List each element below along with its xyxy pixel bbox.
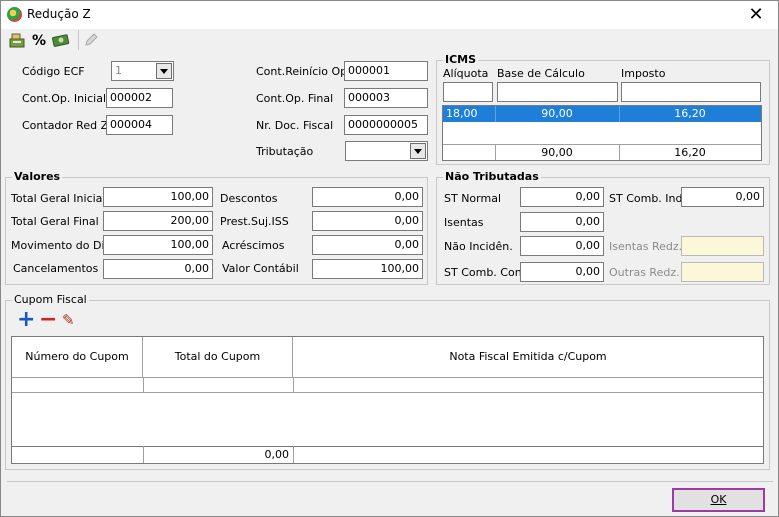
- nao-incid-field[interactable]: 0,00: [520, 236, 604, 256]
- st-comb-cons-field[interactable]: 0,00: [520, 262, 604, 282]
- descontos-field[interactable]: 0,00: [312, 187, 423, 207]
- valor-contabil-field[interactable]: 100,00: [312, 259, 423, 279]
- total-geral-final-field[interactable]: 200,00: [103, 211, 213, 231]
- nr-doc-fiscal-field[interactable]: 0000000005: [344, 115, 428, 135]
- st-comb-cons-label: ST Comb. Cons: [444, 266, 528, 279]
- contador-red-z-field[interactable]: 000004: [106, 115, 173, 135]
- edit-icon[interactable]: ✎: [62, 312, 75, 328]
- title-bar: Redução Z ✕: [1, 1, 778, 29]
- grid-divider: [12, 392, 763, 393]
- chevron-down-icon[interactable]: [156, 63, 172, 79]
- tributacao-select[interactable]: [345, 141, 428, 161]
- icms-group: ICMS Alíquota Base de Cálculo Imposto 18…: [436, 53, 770, 165]
- reducao-z-window: Redução Z ✕ % Código ECF 1 Cont.Op. Inic…: [0, 0, 779, 517]
- icms-col-base: Base de Cálculo: [497, 67, 585, 80]
- pencil-disabled-icon: [82, 32, 100, 50]
- cupom-grid[interactable]: Número do Cupom Total do Cupom Nota Fisc…: [11, 336, 764, 464]
- cancelamentos-label: Cancelamentos: [13, 262, 99, 275]
- nao-tributadas-title: Não Tributadas: [443, 170, 541, 183]
- icms-base-input[interactable]: [497, 82, 618, 102]
- cont-op-inicial-field[interactable]: 000002: [106, 88, 173, 108]
- app-icon: [7, 7, 22, 22]
- icms-aliquota-input[interactable]: [443, 82, 493, 102]
- isentas-redz-field: [681, 236, 764, 256]
- cupom-fiscal-title: Cupom Fiscal: [12, 293, 89, 306]
- toolbar-separator: [78, 30, 79, 50]
- prest-iss-field[interactable]: 0,00: [312, 211, 423, 231]
- grid-divider: [12, 446, 763, 447]
- acrescimos-label: Acréscimos: [222, 239, 285, 252]
- money-icon[interactable]: [52, 32, 70, 50]
- cont-op-final-field[interactable]: 000003: [344, 88, 428, 108]
- col-numero-cupom[interactable]: Número do Cupom: [12, 337, 143, 377]
- codigo-ecf-label: Código ECF: [22, 65, 85, 78]
- icms-row-imposto: 16,20: [674, 107, 706, 120]
- total-geral-inicial-field[interactable]: 100,00: [103, 187, 213, 207]
- isentas-field[interactable]: 0,00: [520, 212, 604, 232]
- nr-doc-fiscal-label: Nr. Doc. Fiscal: [256, 119, 334, 132]
- prest-iss-label: Prest.Suj.ISS: [220, 215, 289, 228]
- icms-total-imposto: 16,20: [674, 146, 706, 159]
- icms-col-aliquota: Alíquota: [443, 67, 489, 80]
- ok-button-label: OK: [710, 493, 727, 506]
- cancelamentos-field[interactable]: 0,00: [103, 259, 213, 279]
- descontos-label: Descontos: [220, 192, 278, 205]
- close-icon[interactable]: ✕: [734, 1, 778, 29]
- grid-divider: [12, 377, 763, 378]
- grid-divider: [293, 377, 294, 392]
- cont-reinicio-label: Cont.Reinício Op.: [256, 65, 351, 78]
- chevron-down-icon[interactable]: [410, 143, 426, 159]
- st-normal-field[interactable]: 0,00: [520, 187, 604, 207]
- outras-redz-field: [681, 262, 764, 282]
- valores-title: Valores: [12, 170, 63, 183]
- icms-row-aliquota: 18,00: [446, 107, 478, 120]
- tributacao-label: Tributação: [256, 145, 314, 158]
- acrescimos-field[interactable]: 0,00: [312, 235, 423, 255]
- icms-row-selected[interactable]: 18,00 90,00 16,20: [443, 106, 761, 122]
- icms-imposto-input[interactable]: [621, 82, 761, 102]
- nao-incid-label: Não Incidên.: [444, 240, 513, 253]
- st-comb-ind-label: ST Comb. Ind.: [609, 192, 686, 205]
- icms-row-base: 90,00: [541, 107, 573, 120]
- percent-icon[interactable]: %: [30, 32, 48, 50]
- cupom-footer-total: 0,00: [264, 448, 290, 461]
- contador-red-z-label: Contador Red Z: [22, 119, 109, 132]
- isentas-label: Isentas: [444, 216, 484, 229]
- ok-button[interactable]: OK: [672, 488, 765, 512]
- bottom-separator: [7, 481, 773, 482]
- cont-op-inicial-label: Cont.Op. Inicial: [22, 92, 106, 105]
- st-comb-ind-field[interactable]: 0,00: [681, 187, 764, 207]
- total-geral-inicial-label: Total Geral Inicial: [11, 192, 106, 205]
- codigo-ecf-select[interactable]: 1: [111, 61, 174, 81]
- codigo-ecf-value: 1: [115, 64, 122, 77]
- grid-divider: [293, 446, 294, 463]
- grid-divider: [443, 144, 761, 145]
- valor-contabil-label: Valor Contábil: [222, 262, 299, 275]
- valores-group: Valores Total Geral Inicial 100,00 Total…: [5, 170, 428, 285]
- cash-register-icon[interactable]: [8, 32, 26, 50]
- icms-total-base: 90,00: [541, 146, 573, 159]
- icms-col-imposto: Imposto: [621, 67, 666, 80]
- movimento-label: Movimento do Dia: [11, 239, 112, 252]
- st-normal-label: ST Normal: [444, 192, 501, 205]
- icms-title: ICMS: [443, 53, 479, 66]
- cont-op-final-label: Cont.Op. Final: [256, 92, 334, 105]
- cupom-fiscal-group: Cupom Fiscal + − ✎ Número do Cupom Total…: [5, 293, 770, 470]
- remove-icon[interactable]: −: [39, 309, 57, 331]
- col-nota-fiscal[interactable]: Nota Fiscal Emitida c/Cupom: [293, 337, 763, 377]
- icms-grid[interactable]: 18,00 90,00 16,20 90,00 16,20: [442, 105, 762, 161]
- movimento-field[interactable]: 100,00: [103, 235, 213, 255]
- window-title: Redução Z: [27, 7, 91, 21]
- cont-reinicio-field[interactable]: 000001: [344, 61, 428, 81]
- total-geral-final-label: Total Geral Final: [11, 215, 99, 228]
- toolbar: %: [1, 29, 778, 53]
- col-total-cupom[interactable]: Total do Cupom: [143, 337, 293, 377]
- add-icon[interactable]: +: [17, 309, 35, 331]
- nao-tributadas-group: Não Tributadas ST Normal 0,00 Isentas 0,…: [436, 170, 770, 285]
- isentas-redz-label: Isentas Redz.: [609, 240, 683, 253]
- outras-redz-label: Outras Redz.: [609, 266, 680, 279]
- grid-divider: [143, 377, 144, 392]
